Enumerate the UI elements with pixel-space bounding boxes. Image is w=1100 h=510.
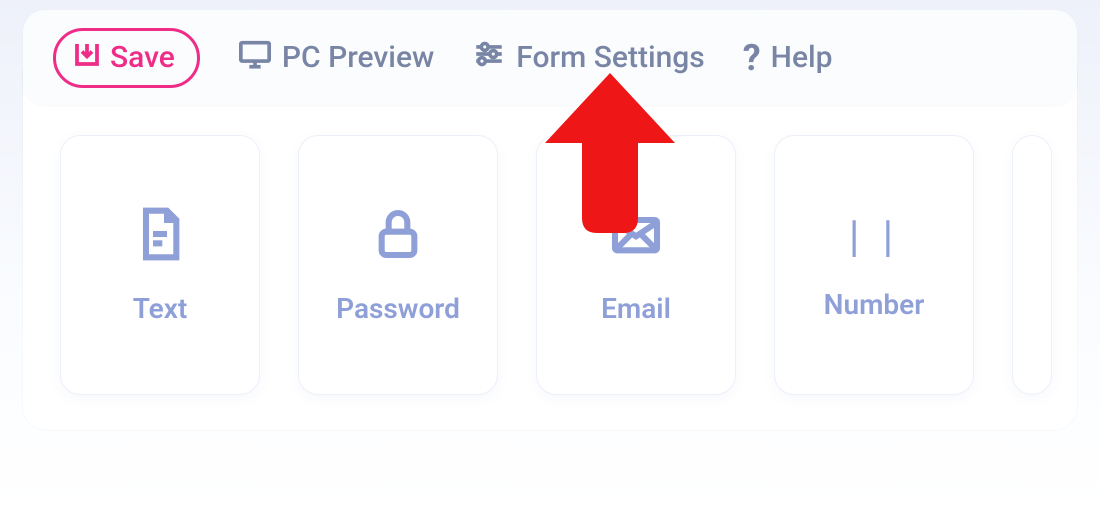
card-label: Text	[133, 292, 188, 325]
monitor-icon	[238, 37, 272, 79]
card-label: Number	[824, 288, 925, 321]
save-icon	[72, 39, 102, 77]
envelope-icon	[608, 206, 664, 266]
file-text-icon	[132, 206, 188, 266]
pc-preview-label: PC Preview	[282, 40, 434, 75]
save-button[interactable]: Save	[53, 28, 200, 88]
toolbar: Save PC Preview	[23, 10, 1077, 105]
card-number[interactable]: | | Number	[774, 135, 974, 395]
help-button[interactable]: ? Help	[743, 40, 833, 76]
card-next-partial[interactable]	[1012, 135, 1052, 395]
lock-icon	[370, 206, 426, 266]
card-label: Password	[336, 292, 460, 325]
pc-preview-button[interactable]: PC Preview	[238, 37, 434, 79]
card-password[interactable]: Password	[298, 135, 498, 395]
save-button-label: Save	[110, 40, 175, 75]
card-email[interactable]: Email	[536, 135, 736, 395]
help-label: Help	[771, 40, 833, 75]
card-text[interactable]: Text	[60, 135, 260, 395]
field-type-cards: Text Password Email	[60, 135, 1052, 395]
sliders-icon	[472, 37, 506, 79]
question-mark-icon: ?	[743, 40, 761, 76]
form-settings-button[interactable]: Form Settings	[472, 37, 704, 79]
number-icon: | |	[849, 210, 899, 262]
card-label: Email	[601, 292, 671, 325]
form-settings-label: Form Settings	[516, 40, 704, 75]
